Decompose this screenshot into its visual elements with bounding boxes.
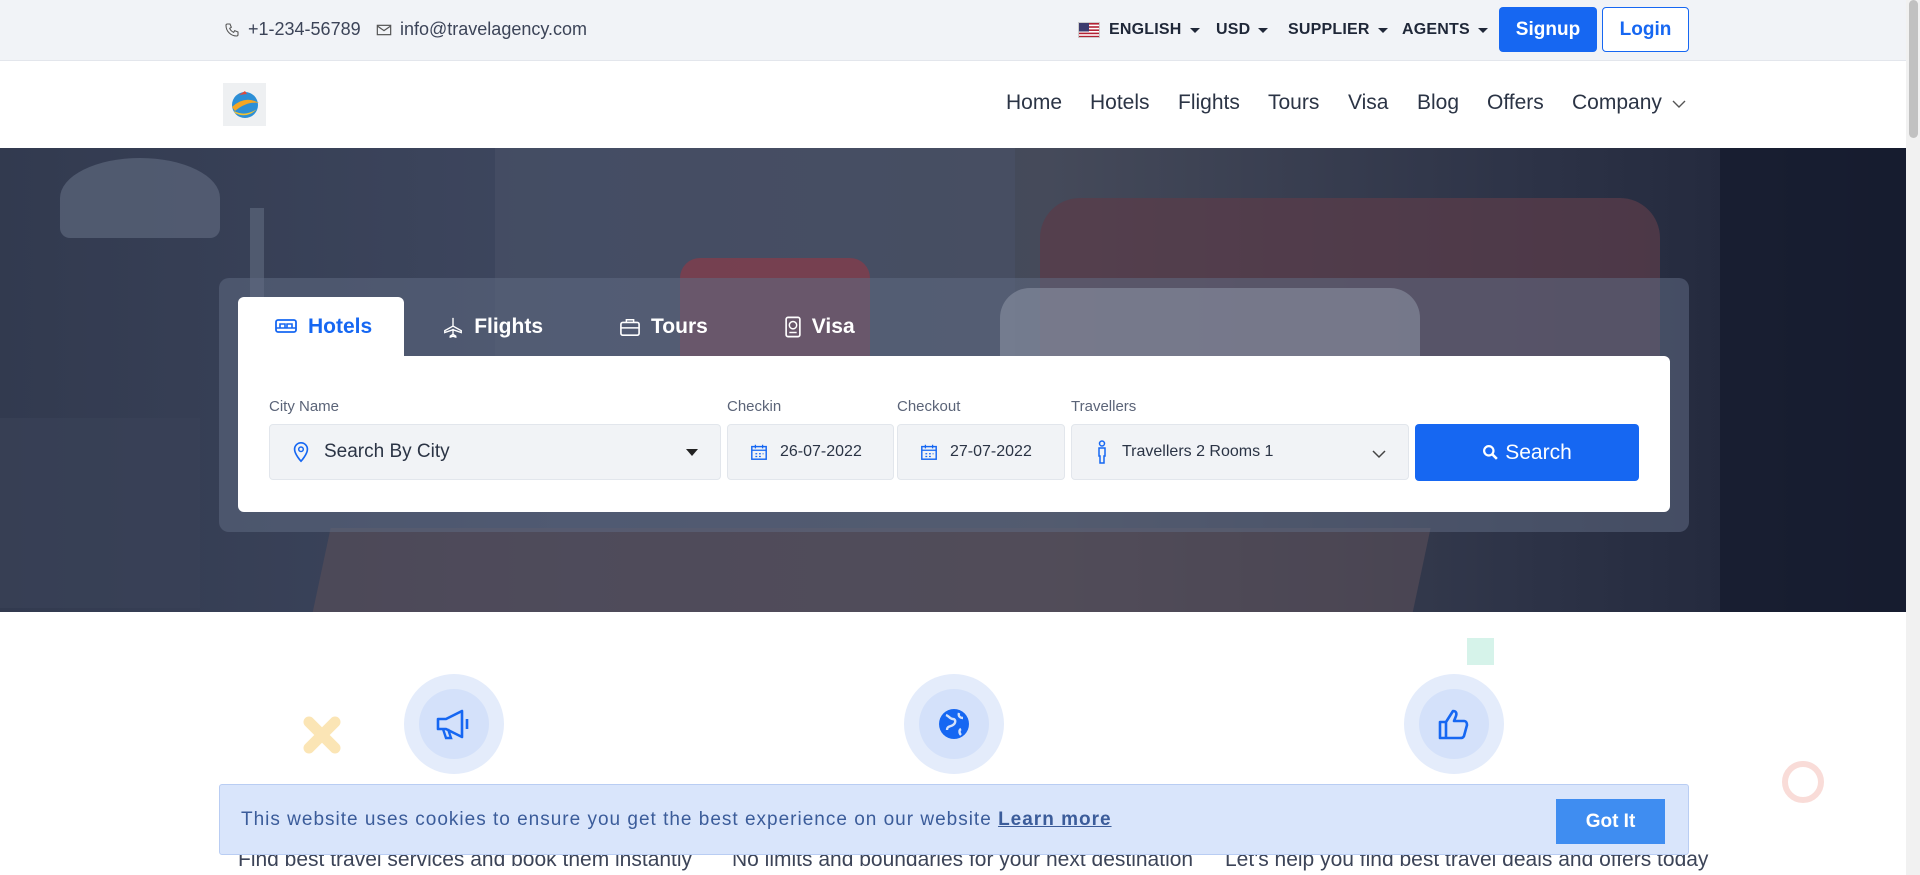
agents-label: AGENTS [1402,21,1470,38]
main-navigation: Home Hotels Flights Tours Visa Blog Offe… [0,61,1906,148]
chevron-down-icon [1672,100,1686,108]
caret-down-icon [1258,27,1269,33]
calendar-icon [921,444,937,460]
phone-icon [225,22,239,37]
search-button-label: Search [1505,440,1572,464]
location-pin-icon [293,442,309,463]
checkin-date-field[interactable]: 26-07-2022 [727,424,894,480]
learn-more-link[interactable]: Learn more [998,809,1111,830]
got-it-button[interactable]: Got It [1556,799,1665,844]
top-bar: +1-234-56789 info@travelagency.com ENGLI… [0,0,1906,61]
cookie-banner: This website uses cookies to ensure you … [219,784,1689,855]
passport-icon [785,316,801,338]
checkout-date-field[interactable]: 27-07-2022 [897,424,1065,480]
nav-blog[interactable]: Blog [1417,91,1459,115]
nav-tours[interactable]: Tours [1268,91,1319,115]
lamp-shade-shape [60,158,220,238]
tab-hotels-label: Hotels [308,315,373,338]
checkout-label: Checkout [897,398,961,415]
chevron-down-icon [1372,450,1386,459]
city-placeholder: Search By City [324,441,450,462]
currency-dropdown[interactable]: USD [1216,21,1269,39]
agents-dropdown[interactable]: AGENTS [1402,21,1488,39]
language-label: ENGLISH [1109,21,1182,38]
cookie-message-text: This website uses cookies to ensure you … [241,809,992,830]
nav-visa[interactable]: Visa [1348,91,1388,115]
checkin-label: Checkin [727,398,782,415]
nav-offers[interactable]: Offers [1487,91,1544,115]
cookie-message: This website uses cookies to ensure you … [241,809,1112,831]
caret-down-icon [1189,27,1200,33]
plane-icon [444,317,463,338]
search-panel: City Name Search By City Checkin 26-07-2… [238,356,1670,512]
bed-blanket-shape [309,528,1431,612]
city-select[interactable]: Search By City [269,424,721,480]
person-icon [1098,440,1106,464]
nav-flights[interactable]: Flights [1178,91,1240,115]
feature-icon-2 [904,674,1004,774]
login-button[interactable]: Login [1602,7,1689,52]
signup-button[interactable]: Signup [1499,7,1597,52]
travellers-label: Travellers [1071,398,1137,415]
calendar-icon [751,444,767,460]
dark-wall-shape [1720,148,1906,612]
feature-icon-1 [404,674,504,774]
search-tabs: Hotels Flights Tours Visa [238,297,893,357]
tab-tours-label: Tours [651,315,708,338]
globe-icon [939,709,969,739]
scrollbar-thumb[interactable] [1909,0,1918,138]
chair-shape [0,418,200,608]
travellers-select[interactable]: Travellers 2 Rooms 1 [1071,424,1409,480]
supplier-label: SUPPLIER [1288,21,1370,38]
city-name-label: City Name [269,398,340,415]
phone-number: +1-234-56789 [248,19,361,39]
briefcase-icon [620,319,640,336]
supplier-dropdown[interactable]: SUPPLIER [1288,21,1388,39]
thumbs-up-icon [1438,709,1469,740]
nav-hotels[interactable]: Hotels [1090,91,1150,115]
email-address: info@travelagency.com [400,19,588,39]
caret-down-icon [1377,27,1388,33]
tab-hotels[interactable]: Hotels [238,297,405,357]
feature-icon-3 [1404,674,1504,774]
ring-decoration [1782,761,1824,803]
nav-company[interactable]: Company [1572,91,1686,115]
us-flag-icon [1078,22,1100,38]
travellers-value: Travellers 2 Rooms 1 [1122,443,1274,460]
tab-flights[interactable]: Flights [404,297,581,357]
currency-label: USD [1216,21,1251,38]
mail-icon [376,24,392,35]
cross-decoration-icon [303,716,341,754]
search-icon [1483,445,1498,460]
caret-down-icon [1477,27,1488,33]
nav-home[interactable]: Home [1006,91,1062,115]
tab-tours[interactable]: Tours [581,297,746,357]
tab-flights-label: Flights [474,315,544,338]
site-logo[interactable] [223,83,266,126]
email-contact[interactable]: info@travelagency.com [376,19,587,40]
tab-visa-label: Visa [811,315,855,338]
phone-contact[interactable]: +1-234-56789 [224,19,361,40]
scrollbar[interactable] [1906,0,1920,875]
checkin-date-value: 26-07-2022 [780,443,862,460]
square-decoration [1467,638,1494,665]
nav-company-label: Company [1572,91,1662,114]
language-dropdown[interactable]: ENGLISH [1078,21,1200,39]
bed-icon [275,319,297,333]
megaphone-icon [436,709,469,740]
search-button[interactable]: Search [1415,424,1639,481]
checkout-date-value: 27-07-2022 [950,443,1032,460]
tab-visa[interactable]: Visa [746,297,893,357]
caret-down-icon [686,449,698,456]
